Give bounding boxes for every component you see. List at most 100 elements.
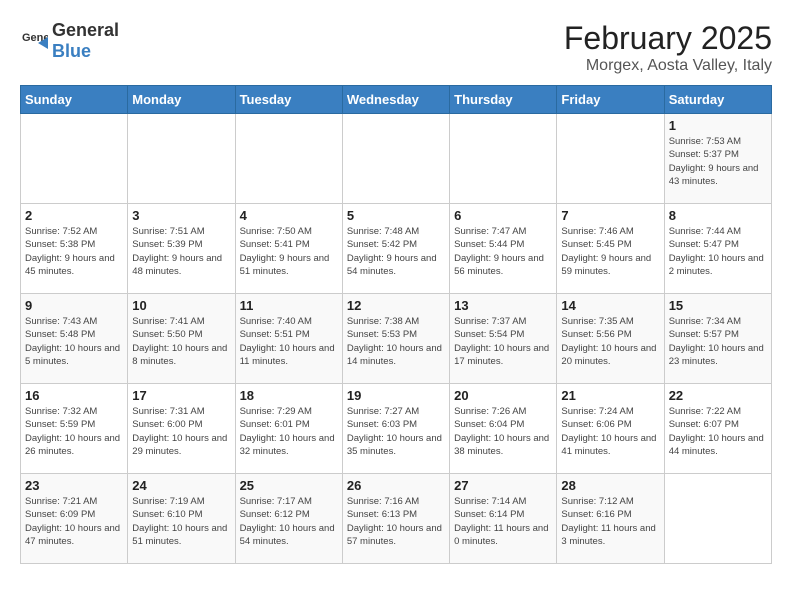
calendar-table: SundayMondayTuesdayWednesdayThursdayFrid… [20, 85, 772, 564]
day-number: 17 [132, 388, 230, 403]
calendar-cell [21, 114, 128, 204]
calendar-week-2: 2 Sunrise: 7:52 AM Sunset: 5:38 PM Daylig… [21, 204, 772, 294]
day-number: 28 [561, 478, 659, 493]
day-info: Sunrise: 7:29 AM Sunset: 6:01 PM Dayligh… [240, 405, 338, 458]
day-number: 18 [240, 388, 338, 403]
day-info: Sunrise: 7:46 AM Sunset: 5:45 PM Dayligh… [561, 225, 659, 278]
calendar-cell: 2 Sunrise: 7:52 AM Sunset: 5:38 PM Daylig… [21, 204, 128, 294]
logo-general: General [52, 20, 119, 40]
calendar-cell: 14 Sunrise: 7:35 AM Sunset: 5:56 PM Dayli… [557, 294, 664, 384]
calendar-cell: 20 Sunrise: 7:26 AM Sunset: 6:04 PM Dayli… [450, 384, 557, 474]
calendar-cell [557, 114, 664, 204]
day-info: Sunrise: 7:44 AM Sunset: 5:47 PM Dayligh… [669, 225, 767, 278]
calendar-cell: 15 Sunrise: 7:34 AM Sunset: 5:57 PM Dayli… [664, 294, 771, 384]
calendar-cell: 12 Sunrise: 7:38 AM Sunset: 5:53 PM Dayli… [342, 294, 449, 384]
calendar-cell [342, 114, 449, 204]
calendar-cell: 23 Sunrise: 7:21 AM Sunset: 6:09 PM Dayli… [21, 474, 128, 564]
day-info: Sunrise: 7:47 AM Sunset: 5:44 PM Dayligh… [454, 225, 552, 278]
day-info: Sunrise: 7:40 AM Sunset: 5:51 PM Dayligh… [240, 315, 338, 368]
day-info: Sunrise: 7:53 AM Sunset: 5:37 PM Dayligh… [669, 135, 767, 188]
calendar-cell: 21Sunrise: 7:24 AM Sunset: 6:06 PM Dayli… [557, 384, 664, 474]
calendar-cell: 5Sunrise: 7:48 AM Sunset: 5:42 PM Daylig… [342, 204, 449, 294]
calendar-cell: 25 Sunrise: 7:17 AM Sunset: 6:12 PM Dayli… [235, 474, 342, 564]
day-info: Sunrise: 7:50 AM Sunset: 5:41 PM Dayligh… [240, 225, 338, 278]
day-number: 19 [347, 388, 445, 403]
calendar-cell: 17 Sunrise: 7:31 AM Sunset: 6:00 PM Dayli… [128, 384, 235, 474]
calendar-cell: 16 Sunrise: 7:32 AM Sunset: 5:59 PM Dayli… [21, 384, 128, 474]
day-info: Sunrise: 7:27 AM Sunset: 6:03 PM Dayligh… [347, 405, 445, 458]
day-number: 6 [454, 208, 552, 223]
day-info: Sunrise: 7:37 AM Sunset: 5:54 PM Dayligh… [454, 315, 552, 368]
day-info: Sunrise: 7:51 AM Sunset: 5:39 PM Dayligh… [132, 225, 230, 278]
day-info: Sunrise: 7:41 AM Sunset: 5:50 PM Dayligh… [132, 315, 230, 368]
calendar-cell: 1 Sunrise: 7:53 AM Sunset: 5:37 PM Daylig… [664, 114, 771, 204]
weekday-row: SundayMondayTuesdayWednesdayThursdayFrid… [21, 86, 772, 114]
weekday-header-friday: Friday [557, 86, 664, 114]
day-info: Sunrise: 7:16 AM Sunset: 6:13 PM Dayligh… [347, 495, 445, 548]
day-number: 22 [669, 388, 767, 403]
day-number: 9 [25, 298, 123, 313]
day-info: Sunrise: 7:52 AM Sunset: 5:38 PM Dayligh… [25, 225, 123, 278]
main-title: February 2025 [564, 20, 772, 57]
day-number: 13 [454, 298, 552, 313]
calendar-cell: 8 Sunrise: 7:44 AM Sunset: 5:47 PM Daylig… [664, 204, 771, 294]
calendar-cell: 24 Sunrise: 7:19 AM Sunset: 6:10 PM Dayli… [128, 474, 235, 564]
header: General General Blue February 2025 Morge… [20, 20, 772, 75]
calendar-cell: 26 Sunrise: 7:16 AM Sunset: 6:13 PM Dayli… [342, 474, 449, 564]
day-info: Sunrise: 7:26 AM Sunset: 6:04 PM Dayligh… [454, 405, 552, 458]
day-info: Sunrise: 7:38 AM Sunset: 5:53 PM Dayligh… [347, 315, 445, 368]
calendar-body: 1 Sunrise: 7:53 AM Sunset: 5:37 PM Daylig… [21, 114, 772, 564]
calendar-week-4: 16 Sunrise: 7:32 AM Sunset: 5:59 PM Dayli… [21, 384, 772, 474]
calendar-header: SundayMondayTuesdayWednesdayThursdayFrid… [21, 86, 772, 114]
calendar-cell: 9 Sunrise: 7:43 AM Sunset: 5:48 PM Daylig… [21, 294, 128, 384]
day-info: Sunrise: 7:35 AM Sunset: 5:56 PM Dayligh… [561, 315, 659, 368]
weekday-header-wednesday: Wednesday [342, 86, 449, 114]
calendar-cell: 27 Sunrise: 7:14 AM Sunset: 6:14 PM Dayli… [450, 474, 557, 564]
calendar-cell: 19 Sunrise: 7:27 AM Sunset: 6:03 PM Dayli… [342, 384, 449, 474]
day-number: 2 [25, 208, 123, 223]
calendar-cell: 11 Sunrise: 7:40 AM Sunset: 5:51 PM Dayli… [235, 294, 342, 384]
day-number: 10 [132, 298, 230, 313]
day-info: Sunrise: 7:19 AM Sunset: 6:10 PM Dayligh… [132, 495, 230, 548]
logo: General General Blue [20, 20, 119, 62]
calendar-cell: 13 Sunrise: 7:37 AM Sunset: 5:54 PM Dayli… [450, 294, 557, 384]
calendar-week-3: 9 Sunrise: 7:43 AM Sunset: 5:48 PM Daylig… [21, 294, 772, 384]
weekday-header-monday: Monday [128, 86, 235, 114]
day-info: Sunrise: 7:31 AM Sunset: 6:00 PM Dayligh… [132, 405, 230, 458]
subtitle: Morgex, Aosta Valley, Italy [564, 57, 772, 75]
calendar-cell: 3 Sunrise: 7:51 AM Sunset: 5:39 PM Daylig… [128, 204, 235, 294]
day-info: Sunrise: 7:34 AM Sunset: 5:57 PM Dayligh… [669, 315, 767, 368]
logo-blue: Blue [52, 41, 91, 61]
calendar-week-5: 23 Sunrise: 7:21 AM Sunset: 6:09 PM Dayli… [21, 474, 772, 564]
day-number: 15 [669, 298, 767, 313]
day-number: 23 [25, 478, 123, 493]
day-info: Sunrise: 7:14 AM Sunset: 6:14 PM Dayligh… [454, 495, 552, 548]
day-info: Sunrise: 7:32 AM Sunset: 5:59 PM Dayligh… [25, 405, 123, 458]
day-number: 16 [25, 388, 123, 403]
calendar-cell [235, 114, 342, 204]
title-area: February 2025 Morgex, Aosta Valley, Ital… [564, 20, 772, 75]
day-number: 3 [132, 208, 230, 223]
day-number: 27 [454, 478, 552, 493]
day-number: 1 [669, 118, 767, 133]
logo-icon: General [20, 27, 48, 55]
day-number: 20 [454, 388, 552, 403]
day-number: 24 [132, 478, 230, 493]
day-info: Sunrise: 7:17 AM Sunset: 6:12 PM Dayligh… [240, 495, 338, 548]
day-number: 11 [240, 298, 338, 313]
calendar-cell: 4Sunrise: 7:50 AM Sunset: 5:41 PM Daylig… [235, 204, 342, 294]
day-number: 25 [240, 478, 338, 493]
day-number: 26 [347, 478, 445, 493]
day-info: Sunrise: 7:48 AM Sunset: 5:42 PM Dayligh… [347, 225, 445, 278]
day-info: Sunrise: 7:21 AM Sunset: 6:09 PM Dayligh… [25, 495, 123, 548]
calendar-cell: 10 Sunrise: 7:41 AM Sunset: 5:50 PM Dayli… [128, 294, 235, 384]
weekday-header-sunday: Sunday [21, 86, 128, 114]
day-number: 14 [561, 298, 659, 313]
calendar-cell [450, 114, 557, 204]
day-info: Sunrise: 7:22 AM Sunset: 6:07 PM Dayligh… [669, 405, 767, 458]
calendar-cell: 6 Sunrise: 7:47 AM Sunset: 5:44 PM Daylig… [450, 204, 557, 294]
calendar-cell [664, 474, 771, 564]
day-info: Sunrise: 7:43 AM Sunset: 5:48 PM Dayligh… [25, 315, 123, 368]
day-number: 12 [347, 298, 445, 313]
day-number: 8 [669, 208, 767, 223]
